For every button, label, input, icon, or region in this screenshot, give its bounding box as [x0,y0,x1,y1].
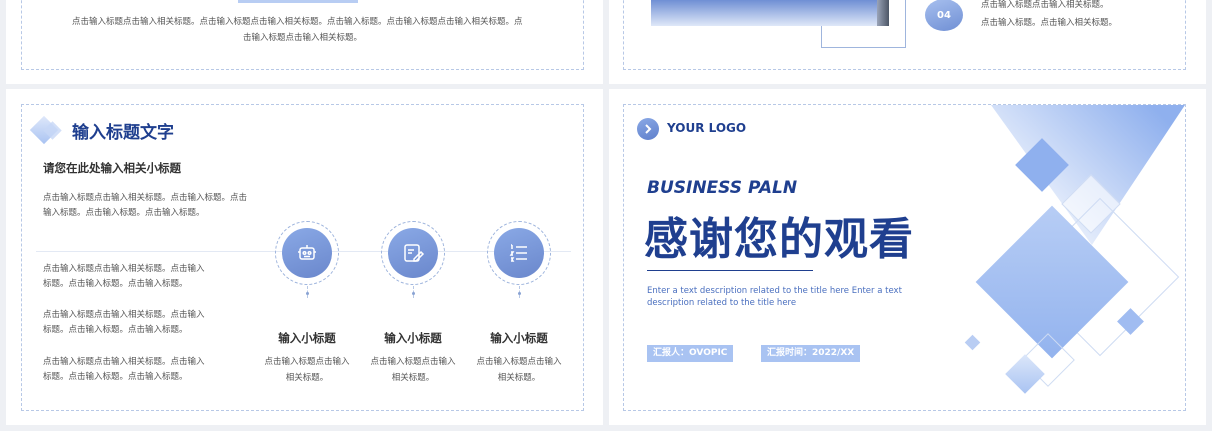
description-line-1: 点击输入标题点击输入相关标题。点击输入标题点击输入相关标题。点击输入标题。点击输… [72,17,523,27]
slide-panel-top-right: 04 点击输入标题点击输入相关标题。 点击输入标题。点击输入相关标题。 [609,0,1206,84]
description-line-2: description related to the title here [647,298,797,308]
report-time-tag: 汇报时间：2022/XX [761,345,861,362]
list-item-2-line-1: 点击输入标题点击输入相关标题。点击输入 [43,310,205,320]
feature-3-title: 输入小标题 [490,331,548,345]
list-icon [509,244,527,262]
feature-3-desc-line-2: 相关标题。 [497,373,541,383]
section-subtitle: 请您在此处输入相关小标题 [43,161,181,175]
feature-2-title: 输入小标题 [384,331,442,345]
edit-icon [404,244,425,262]
description-line-1: 点击输入标题点击输入相关标题。 [981,0,1109,10]
photo-placeholder [651,0,889,26]
section-title: 输入标题文字 [72,123,174,143]
connector-dot [518,292,521,295]
description-line-2: 点击输入标题。点击输入相关标题。 [981,18,1118,28]
intro-line-1: 点击输入标题点击输入相关标题。点击输入标题。点击 [43,193,248,203]
slide-panel-thanks: YOUR LOGO BUSINESS PALN 感谢您的观看 Enter a t… [609,89,1206,425]
title-bar-fragment [238,0,358,3]
description-line-1: Enter a text description related to the … [647,286,902,296]
feature-3-desc-line-1: 点击输入标题点击输入 [476,357,562,367]
feature-icon-circle [275,221,339,285]
feature-2-desc-line-1: 点击输入标题点击输入 [370,357,456,367]
list-item-2-line-2: 标题。点击输入标题。点击输入标题。 [43,325,188,335]
list-item-3-line-2: 标题。点击输入标题。点击输入标题。 [43,372,188,382]
robot-icon [298,245,316,260]
intro-line-2: 输入标题。点击输入标题。点击输入标题。 [43,208,205,218]
feature-icon-circle [487,221,551,285]
logo-icon [637,118,659,140]
feature-2-desc-line-2: 相关标题。 [391,373,435,383]
list-item-1-line-2: 标题。点击输入标题。点击输入标题。 [43,279,188,289]
feature-icon-circle [381,221,445,285]
headline: 感谢您的观看 [644,214,914,265]
slide-panel-top-left: 点击输入标题点击输入相关标题。点击输入标题点击输入相关标题。点击输入标题。点击输… [6,0,603,84]
slide-panel-features: 输入标题文字 请您在此处输入相关小标题 点击输入标题点击输入相关标题。点击输入标… [6,89,603,425]
feature-1-desc-line-1: 点击输入标题点击输入 [264,357,350,367]
feature-1-desc-line-2: 相关标题。 [285,373,329,383]
step-number-badge: 04 [925,0,963,31]
list-item-3-line-1: 点击输入标题点击输入相关标题。点击输入 [43,357,205,367]
feature-1-title: 输入小标题 [278,331,336,345]
step-number: 04 [937,9,951,21]
description-line-2: 击输入标题点击输入相关标题。 [243,33,363,43]
connector-dot [412,292,415,295]
connector-dot [306,292,309,295]
headline-underline [647,270,813,271]
list-item-1-line-1: 点击输入标题点击输入相关标题。点击输入 [43,264,205,274]
reporter-tag: 汇报人：OVOPIC [647,345,734,362]
logo-text: YOUR LOGO [667,121,747,135]
kicker-text: BUSINESS PALN [647,178,798,198]
